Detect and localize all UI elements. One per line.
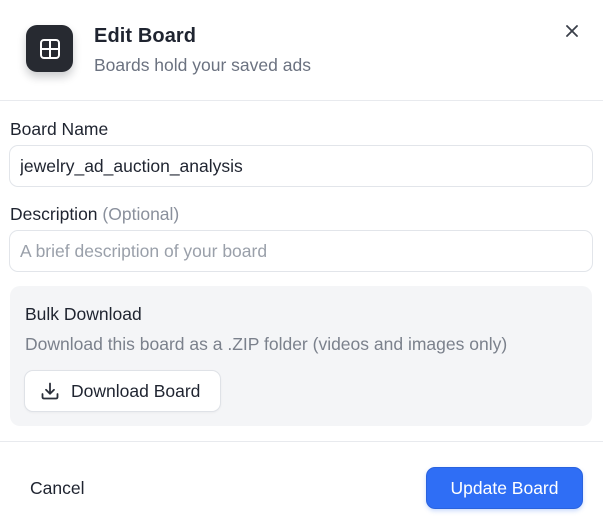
edit-board-modal: Edit Board Boards hold your saved ads Bo… <box>0 0 603 527</box>
bulk-download-description: Download this board as a .ZIP folder (vi… <box>25 334 508 354</box>
description-input[interactable] <box>9 230 593 272</box>
close-button[interactable] <box>558 17 586 45</box>
modal-title: Edit Board <box>94 25 197 47</box>
modal-footer: Cancel Update Board <box>0 441 603 527</box>
close-icon <box>566 25 578 37</box>
download-board-label: Download Board <box>71 380 201 401</box>
update-board-label: Update Board <box>450 477 559 498</box>
board-name-input[interactable] <box>9 145 593 187</box>
download-board-button[interactable]: Download Board <box>24 370 221 412</box>
cancel-button[interactable]: Cancel <box>30 478 84 499</box>
optional-tag: (Optional) <box>102 204 180 224</box>
description-label-text: Description <box>10 204 98 224</box>
modal-header: Edit Board Boards hold your saved ads <box>0 0 603 101</box>
board-layout-icon <box>26 25 73 72</box>
board-name-label: Board Name <box>10 119 109 139</box>
description-label: Description (Optional) <box>10 204 179 225</box>
download-icon <box>40 381 60 401</box>
bulk-download-panel: Bulk Download Download this board as a .… <box>10 286 592 426</box>
modal-subtitle: Boards hold your saved ads <box>94 55 311 75</box>
bulk-download-title: Bulk Download <box>25 304 142 324</box>
update-board-button[interactable]: Update Board <box>426 467 583 509</box>
